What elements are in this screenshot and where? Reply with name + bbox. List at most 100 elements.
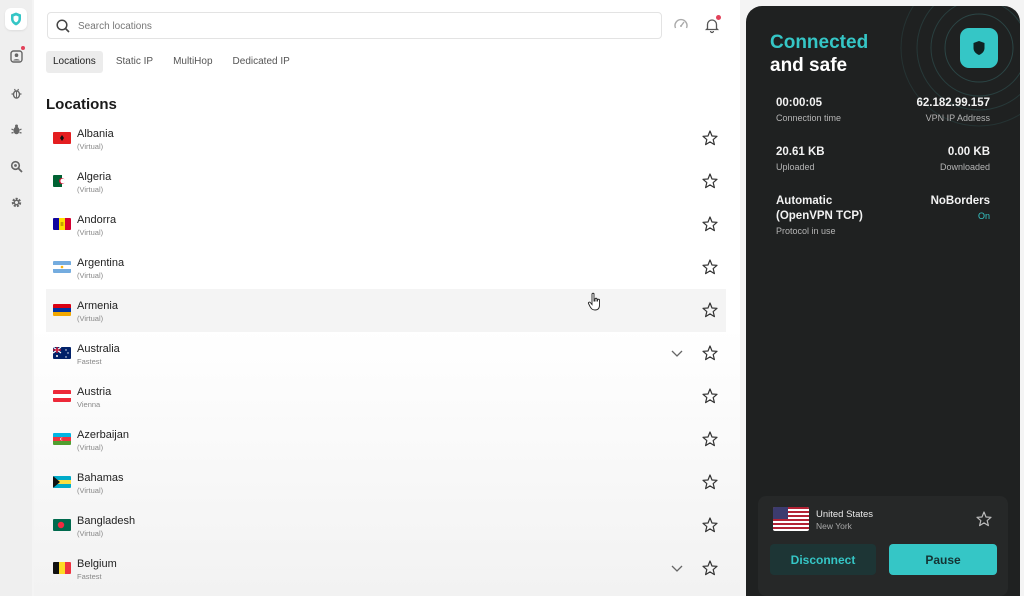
favorite-star-icon[interactable]	[701, 172, 719, 190]
downloaded-value: 0.00 KB	[947, 146, 990, 158]
locations-list: Albania (Virtual) Algeria (Virtual) Ando…	[46, 117, 726, 590]
location-name: Albania	[77, 128, 114, 140]
bangladesh-flag-icon	[53, 519, 71, 531]
location-subtitle: (Virtual)	[77, 486, 104, 495]
search-input[interactable]	[78, 17, 638, 35]
location-name: Belgium	[77, 558, 117, 570]
favorite-star-icon[interactable]	[701, 559, 719, 577]
favorite-star-icon[interactable]	[701, 473, 719, 491]
location-subtitle: (Virtual)	[77, 271, 104, 280]
noborders-stat: NoBorders On	[931, 194, 990, 221]
favorite-star-icon[interactable]	[701, 129, 719, 147]
account-notification-dot	[21, 46, 25, 50]
search-box[interactable]	[47, 12, 662, 39]
connection-status-line2: and safe	[770, 55, 848, 76]
bahamas-flag-icon	[53, 476, 71, 488]
sidebar-item-antivirus[interactable]	[5, 118, 27, 140]
notification-dot	[716, 15, 721, 20]
location-subtitle: (Virtual)	[77, 314, 104, 323]
vpn-app-window: Locations Static IP MultiHop Dedicated I…	[0, 0, 1024, 596]
location-subtitle: Vienna	[77, 400, 101, 409]
disconnect-button[interactable]: Disconnect	[770, 544, 876, 575]
location-tabs: Locations Static IP MultiHop Dedicated I…	[46, 51, 297, 73]
connection-time-value: 00:00:05	[776, 97, 823, 109]
current-location-city: New York	[816, 521, 852, 531]
location-name: Bahamas	[77, 472, 124, 484]
location-subtitle: (Virtual)	[77, 142, 104, 151]
favorite-star-icon[interactable]	[701, 301, 719, 319]
location-subtitle: Fastest	[77, 357, 102, 366]
chevron-down-icon[interactable]	[669, 560, 685, 576]
sidebar-rail	[0, 0, 32, 596]
tab-dedicated-ip[interactable]: Dedicated IP	[226, 51, 297, 73]
bug-icon	[10, 124, 22, 134]
connection-shield-button[interactable]	[960, 28, 998, 68]
algeria-flag-icon	[53, 175, 71, 187]
noborders-value: NoBorders	[930, 195, 990, 207]
location-row[interactable]: Andorra (Virtual)	[46, 203, 726, 246]
shield-icon	[973, 41, 985, 55]
tab-multihop[interactable]: MultiHop	[166, 51, 219, 73]
location-row[interactable]: Argentina (Virtual)	[46, 246, 726, 289]
favorite-star-icon[interactable]	[701, 516, 719, 534]
location-name: Bangladesh	[77, 515, 136, 527]
location-row[interactable]: Azerbaijan (Virtual)	[46, 418, 726, 461]
sidebar-item-account[interactable]	[5, 45, 27, 67]
noborders-state: On	[977, 211, 990, 221]
location-name: Australia	[77, 343, 120, 355]
favorite-star-icon[interactable]	[701, 387, 719, 405]
connection-status-line1: Connected	[770, 32, 869, 53]
chevron-down-icon[interactable]	[669, 345, 685, 361]
location-subtitle: (Virtual)	[77, 185, 104, 194]
location-subtitle: (Virtual)	[77, 443, 104, 452]
albania-flag-icon	[53, 132, 71, 144]
speed-test-icon[interactable]	[672, 16, 690, 34]
magnifier-icon	[10, 160, 23, 173]
tab-static-ip[interactable]: Static IP	[109, 51, 160, 73]
protocol-value-line1: Automatic	[776, 195, 833, 207]
current-location-card: United States New York Disconnect Pause	[758, 496, 1008, 596]
vpn-ip-stat: 62.182.99.157 VPN IP Address	[916, 96, 990, 123]
sidebar-item-settings[interactable]	[5, 191, 27, 213]
austria-flag-icon	[53, 390, 71, 402]
gear-icon	[11, 197, 21, 207]
tab-locations[interactable]: Locations	[46, 51, 103, 73]
shield-logo-icon	[11, 12, 21, 26]
favorite-star-icon[interactable]	[975, 510, 993, 528]
location-name: Armenia	[77, 300, 118, 312]
argentina-flag-icon	[53, 261, 71, 273]
downloaded-label: Downloaded	[939, 162, 990, 172]
location-row[interactable]: Australia Fastest	[46, 332, 726, 375]
account-icon	[9, 49, 23, 63]
sidebar-item-threat-protection[interactable]	[5, 82, 27, 104]
protocol-value-line2: (OpenVPN TCP)	[776, 210, 863, 222]
bug-shield-icon	[11, 88, 21, 99]
favorite-star-icon[interactable]	[701, 344, 719, 362]
sidebar-item-dark-web-monitor[interactable]	[5, 155, 27, 177]
location-row[interactable]: Bahamas (Virtual)	[46, 461, 726, 504]
pause-button[interactable]: Pause	[889, 544, 997, 575]
location-name: Argentina	[77, 257, 125, 269]
uploaded-stat: 20.61 KB Uploaded	[776, 145, 825, 172]
vpn-ip-value: 62.182.99.157	[916, 97, 990, 109]
location-row[interactable]: Bangladesh (Virtual)	[46, 504, 726, 547]
united-states-flag-icon	[773, 507, 809, 531]
location-row[interactable]: Algeria (Virtual)	[46, 160, 726, 203]
mouse-hand-cursor-icon	[587, 292, 600, 311]
location-row[interactable]: Austria Vienna	[46, 375, 726, 418]
connection-panel: Connected and safe 00:00:05 Connection t…	[746, 6, 1020, 596]
favorite-star-icon[interactable]	[701, 215, 719, 233]
location-row[interactable]: Belgium Fastest	[46, 547, 726, 590]
uploaded-label: Uploaded	[776, 162, 815, 172]
protocol-stat: Automatic (OpenVPN TCP) Protocol in use	[776, 194, 863, 236]
favorite-star-icon[interactable]	[701, 430, 719, 448]
location-subtitle: (Virtual)	[77, 529, 104, 538]
andorra-flag-icon	[53, 218, 71, 230]
location-row[interactable]: Armenia (Virtual)	[46, 289, 726, 332]
favorite-star-icon[interactable]	[701, 258, 719, 276]
location-name: Austria	[77, 386, 112, 398]
location-subtitle: (Virtual)	[77, 228, 104, 237]
sidebar-item-vpn[interactable]	[5, 8, 27, 30]
location-row[interactable]: Albania (Virtual)	[46, 117, 726, 160]
armenia-flag-icon	[53, 304, 71, 316]
